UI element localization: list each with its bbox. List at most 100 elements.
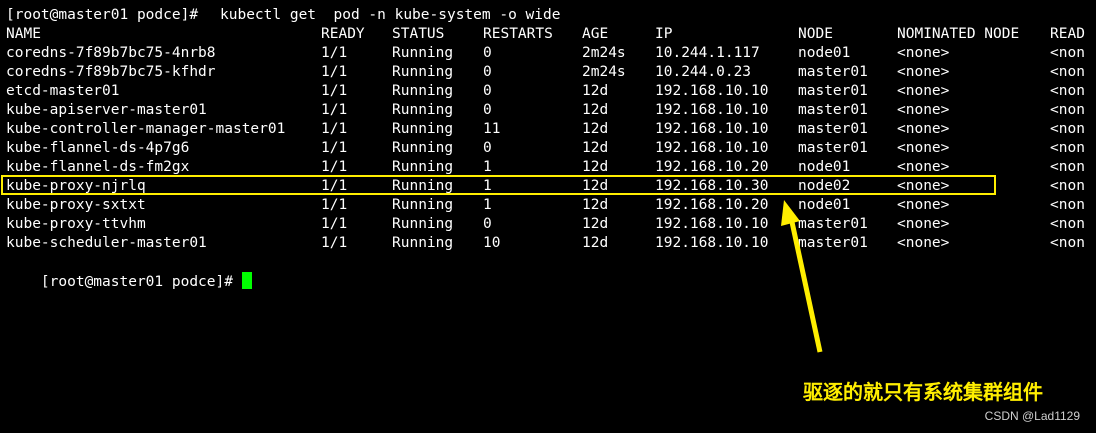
table-row: coredns-7f89b7bc75-kfhdr 1/1 Running 0 2m24s…	[0, 63, 1096, 82]
cell-name: kube-proxy-ttvhm	[6, 216, 146, 232]
cell-restarts: 0	[483, 83, 492, 99]
header-status: STATUS	[392, 26, 445, 42]
table-row: kube-controller-manager-master01 1/1 Runni…	[0, 120, 1096, 139]
cell-node: master01	[798, 64, 868, 80]
cell-restarts: 1	[483, 159, 492, 175]
header-ip: IP	[655, 26, 673, 42]
table-row: kube-proxy-sxtxt 1/1 Running 1 12d 192.168.10…	[0, 196, 1096, 215]
cell-readiness-gates: <non	[1050, 121, 1085, 137]
cursor-icon	[241, 272, 252, 289]
table-row: etcd-master01 1/1 Running 0 12d 192.168.10.10…	[0, 82, 1096, 101]
cell-age: 12d	[582, 83, 609, 99]
cell-age: 12d	[582, 121, 609, 137]
cell-nominated-node: <none>	[897, 140, 950, 156]
cell-ip: 10.244.1.117	[655, 45, 760, 61]
cell-node: node02	[798, 178, 851, 194]
cell-nominated-node: <none>	[897, 45, 950, 61]
cell-ip: 192.168.10.10	[655, 216, 769, 232]
cell-nominated-node: <none>	[897, 216, 950, 232]
cell-age: 12d	[582, 178, 609, 194]
cell-status: Running	[392, 83, 454, 99]
cell-readiness-gates: <non	[1050, 45, 1085, 61]
cell-readiness-gates: <non	[1050, 178, 1085, 194]
cell-name: kube-flannel-ds-fm2gx	[6, 159, 190, 175]
cell-name: kube-apiserver-master01	[6, 102, 207, 118]
cell-age: 2m24s	[582, 45, 626, 61]
cell-node: master01	[798, 102, 868, 118]
cell-readiness-gates: <non	[1050, 102, 1085, 118]
cell-ip: 192.168.10.10	[655, 235, 769, 251]
cell-age: 2m24s	[582, 64, 626, 80]
header-age: AGE	[582, 26, 609, 42]
cell-readiness-gates: <non	[1050, 159, 1085, 175]
cell-nominated-node: <none>	[897, 64, 950, 80]
cell-status: Running	[392, 178, 454, 194]
cell-ip: 192.168.10.20	[655, 197, 769, 213]
cell-readiness-gates: <non	[1050, 83, 1085, 99]
cell-readiness-gates: <non	[1050, 235, 1085, 251]
cell-nominated-node: <none>	[897, 235, 950, 251]
cell-status: Running	[392, 102, 454, 118]
cell-ip: 192.168.10.10	[655, 102, 769, 118]
cell-name: kube-scheduler-master01	[6, 235, 207, 251]
cell-name: coredns-7f89b7bc75-4nrb8	[6, 45, 216, 61]
final-prompt: [root@master01 podce]#	[40, 274, 242, 290]
final-prompt-line[interactable]: [root@master01 podce]#	[6, 253, 252, 311]
cell-age: 12d	[582, 102, 609, 118]
cell-restarts: 11	[483, 121, 501, 137]
header-readiness-gates: READ	[1050, 26, 1085, 42]
cell-status: Running	[392, 235, 454, 251]
cell-restarts: 0	[483, 140, 492, 156]
cell-ready: 1/1	[321, 102, 348, 118]
cell-ready: 1/1	[321, 83, 348, 99]
cell-ready: 1/1	[321, 45, 348, 61]
table-row: kube-scheduler-master01 1/1 Running 10 12d 19…	[0, 234, 1096, 253]
table-row: coredns-7f89b7bc75-4nrb8 1/1 Running 0 2m24s…	[0, 44, 1096, 63]
cell-name: kube-proxy-sxtxt	[6, 197, 146, 213]
cell-ip: 192.168.10.20	[655, 159, 769, 175]
cell-node: node01	[798, 197, 851, 213]
cell-nominated-node: <none>	[897, 83, 950, 99]
table-row: kube-flannel-ds-4p7g6 1/1 Running 0 12d 192.1…	[0, 139, 1096, 158]
cell-ready: 1/1	[321, 159, 348, 175]
cell-ip: 192.168.10.10	[655, 140, 769, 156]
cell-nominated-node: <none>	[897, 121, 950, 137]
cell-age: 12d	[582, 216, 609, 232]
cell-ready: 1/1	[321, 197, 348, 213]
cell-ready: 1/1	[321, 235, 348, 251]
cell-readiness-gates: <non	[1050, 64, 1085, 80]
cell-nominated-node: <none>	[897, 159, 950, 175]
command-line: [root@master01 podce]# kubectl get pod -…	[0, 6, 560, 25]
cell-ready: 1/1	[321, 216, 348, 232]
cell-name: coredns-7f89b7bc75-kfhdr	[6, 64, 216, 80]
cell-status: Running	[392, 197, 454, 213]
terminal-window[interactable]: [root@master01 podce]# kubectl get pod -…	[0, 0, 1096, 433]
cell-restarts: 0	[483, 45, 492, 61]
watermark: CSDN @Lad1129	[984, 409, 1080, 423]
header-nominated-node: NOMINATED NODE	[897, 26, 1020, 42]
cell-readiness-gates: <non	[1050, 216, 1085, 232]
cell-status: Running	[392, 45, 454, 61]
cell-ready: 1/1	[321, 121, 348, 137]
cell-age: 12d	[582, 159, 609, 175]
annotation-label: 驱逐的就只有系统集群组件	[803, 380, 1043, 404]
cell-restarts: 1	[483, 178, 492, 194]
cell-ip: 10.244.0.23	[655, 64, 752, 80]
command-text: kubectl get pod -n kube-system -o wide	[220, 7, 561, 23]
cell-status: Running	[392, 140, 454, 156]
cell-node: node01	[798, 159, 851, 175]
table-header: NAME READY STATUS RESTARTS AGE IP NODE NOMINATE…	[0, 25, 1096, 44]
table-row: kube-flannel-ds-fm2gx 1/1 Running 1 12d 192.1…	[0, 158, 1096, 177]
cell-nominated-node: <none>	[897, 102, 950, 118]
cell-name: etcd-master01	[6, 83, 120, 99]
cell-node: node01	[798, 45, 851, 61]
table-row: kube-proxy-njrlq 1/1 Running 1 12d 192.168.10…	[0, 177, 1096, 196]
cell-age: 12d	[582, 140, 609, 156]
cell-node: master01	[798, 121, 868, 137]
cell-restarts: 0	[483, 102, 492, 118]
cell-name: kube-controller-manager-master01	[6, 121, 286, 137]
header-node: NODE	[798, 26, 833, 42]
cell-status: Running	[392, 159, 454, 175]
cell-nominated-node: <none>	[897, 178, 950, 194]
cell-ready: 1/1	[321, 64, 348, 80]
